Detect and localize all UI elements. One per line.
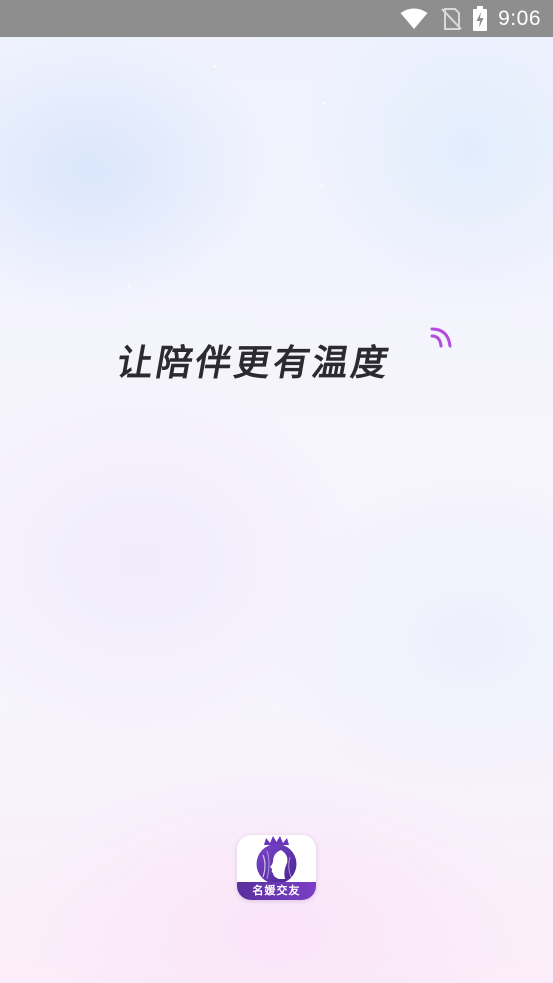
app-logo: 名媛交友	[237, 835, 316, 900]
status-icons: 9:06	[400, 0, 541, 37]
splash-slogan: 让陪伴更有温度	[113, 343, 395, 384]
signal-waves-icon	[430, 327, 452, 348]
app-name-label: 名媛交友	[237, 882, 316, 900]
sparkle	[320, 184, 323, 187]
battery-charging-icon	[473, 5, 488, 31]
sparkle	[128, 285, 131, 288]
woman-with-crown-icon	[256, 836, 297, 884]
status-bar: 9:06	[0, 0, 553, 37]
no-sim-icon	[441, 7, 462, 30]
status-clock: 9:06	[498, 6, 541, 30]
sparkle	[214, 65, 217, 68]
splash-screen: 9:06 让陪伴更有温度 名媛交友	[0, 0, 553, 983]
wifi-icon	[400, 8, 428, 29]
sparkle	[322, 102, 325, 105]
